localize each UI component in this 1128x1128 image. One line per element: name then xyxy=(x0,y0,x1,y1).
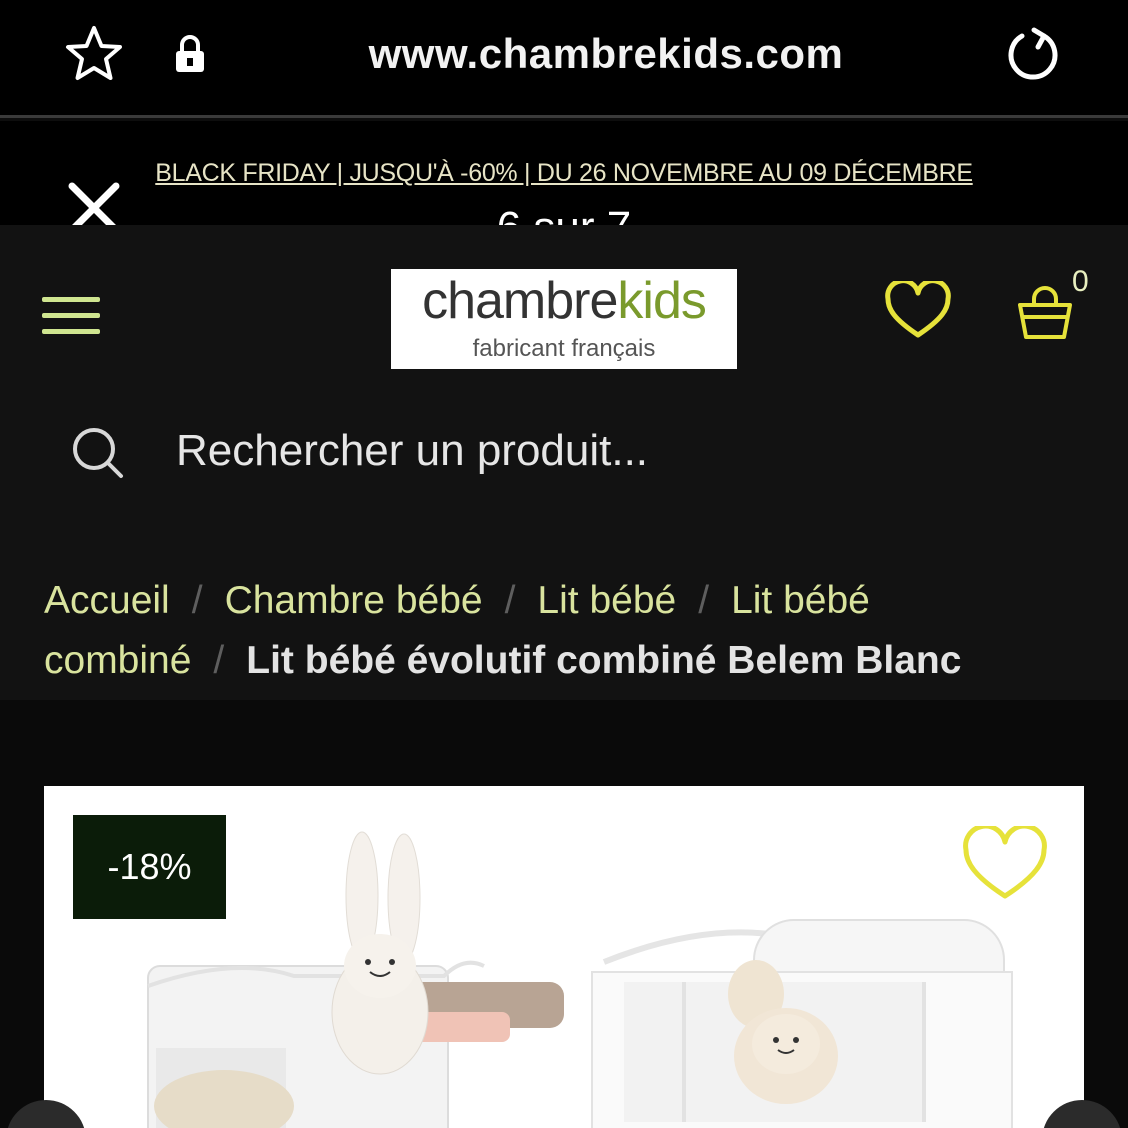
breadcrumb-separator: / xyxy=(504,579,516,622)
product-gallery: -18% xyxy=(0,700,1128,1128)
browser-bar: www.chambrekids.com xyxy=(0,0,1128,118)
search-input[interactable] xyxy=(176,421,1056,481)
breadcrumb-separator: / xyxy=(213,639,225,682)
breadcrumb-separator: / xyxy=(191,579,203,622)
breadcrumb-item-accueil[interactable]: Accueil xyxy=(44,579,170,622)
product-image[interactable]: -18% xyxy=(44,786,1084,1128)
discount-badge: -18% xyxy=(73,815,226,919)
cart-count-badge: 0 xyxy=(1072,265,1089,298)
breadcrumb: Accueil / Chambre bébé / Lit bébé / Lit bébé c… xyxy=(44,571,1104,691)
promo-banner: BLACK FRIDAY | JUSQU'À -60% | DU 26 NOVE… xyxy=(0,121,1128,252)
logo-tagline: fabricant français xyxy=(472,335,656,362)
reload-icon[interactable] xyxy=(1000,22,1066,88)
url-address[interactable]: www.chambrekids.com xyxy=(0,30,1128,78)
menu-icon[interactable] xyxy=(42,297,100,341)
promo-link[interactable]: BLACK FRIDAY | JUSQU'À -60% | DU 26 NOVE… xyxy=(0,159,1128,188)
site-logo[interactable]: chambrekids fabricant français xyxy=(391,269,737,369)
search-icon[interactable] xyxy=(70,425,124,479)
breadcrumb-item-chambre-bebe[interactable]: Chambre bébé xyxy=(225,579,483,622)
basket-icon[interactable] xyxy=(1014,281,1076,343)
breadcrumb-item-lit-bebe[interactable]: Lit bébé xyxy=(537,579,676,622)
add-to-wishlist-heart-icon[interactable] xyxy=(962,826,1048,902)
wishlist-heart-icon[interactable] xyxy=(884,281,952,341)
site-header: chambrekids fabricant français 0 Accueil… xyxy=(0,225,1128,700)
breadcrumb-separator: / xyxy=(698,579,710,622)
logo-wordmark: chambrekids xyxy=(422,272,707,330)
breadcrumb-current: Lit bébé évolutif combiné Belem Blanc xyxy=(246,639,962,682)
